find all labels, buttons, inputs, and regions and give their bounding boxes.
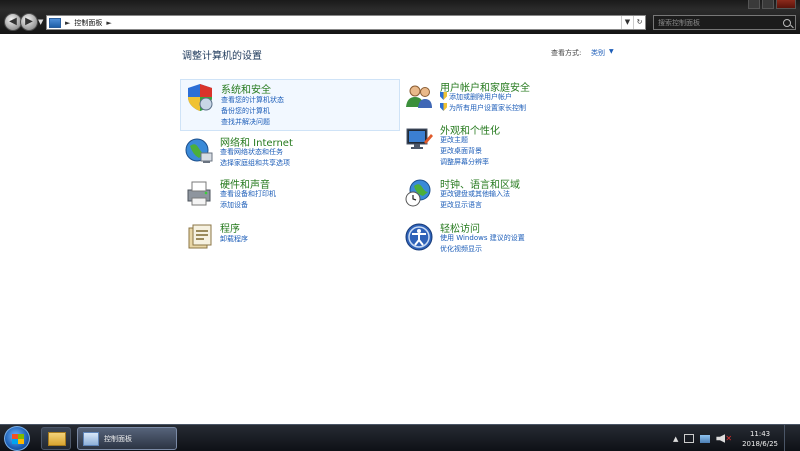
taskbar-control-panel-button[interactable]: 控制面板 xyxy=(77,427,177,450)
taskbar: 控制面板 ▲ ✕ 11:43 2018/6/25 xyxy=(0,424,800,451)
show-desktop-button[interactable] xyxy=(784,425,792,451)
mute-indicator-icon: ✕ xyxy=(725,434,733,443)
title-bar xyxy=(0,0,800,10)
uac-shield-icon xyxy=(440,92,447,100)
show-hidden-icons-button[interactable]: ▲ xyxy=(673,435,678,443)
category-user-accounts[interactable]: 用户帐户和家庭安全 添加或删除用户帐户 为所有用户设置家长控制 xyxy=(400,79,620,115)
view-by-label: 查看方式: xyxy=(551,49,582,57)
monitor-paint-icon xyxy=(406,128,433,149)
view-by-dropdown[interactable]: 类别 xyxy=(591,48,605,58)
link-view-network-status[interactable]: 查看网络状态和任务 xyxy=(220,147,283,157)
recent-pages-dropdown[interactable]: ▼ xyxy=(38,18,43,26)
link-change-input-method[interactable]: 更改键盘或其他输入法 xyxy=(440,189,510,199)
address-dropdown-button[interactable]: ▼ xyxy=(621,16,633,29)
link-change-theme[interactable]: 更改主题 xyxy=(440,135,468,145)
forward-button[interactable]: ▶ xyxy=(20,13,38,31)
clock[interactable]: 11:43 2018/6/25 xyxy=(742,429,778,449)
control-panel-icon xyxy=(49,17,61,28)
category-title-programs[interactable]: 程序 xyxy=(220,220,240,235)
link-uninstall-program[interactable]: 卸载程序 xyxy=(220,234,248,244)
category-hardware-sound[interactable]: 硬件和声音 查看设备和打印机 添加设备 xyxy=(180,176,400,212)
content-pane: 调整计算机的设置 查看方式: 类别 ▼ 系统和安全 查看您的计算机状态 备份您的… xyxy=(0,34,800,424)
programs-icon xyxy=(188,224,212,249)
globe-icon xyxy=(185,138,213,163)
uac-shield-icon xyxy=(440,103,447,111)
link-add-device[interactable]: 添加设备 xyxy=(220,200,248,210)
window-controls xyxy=(748,0,796,10)
link-view-computer-status[interactable]: 查看您的计算机状态 xyxy=(221,95,284,105)
navigation-bar: ◀ ▶ ▼ ► 控制面板 ► ▼ ↻ xyxy=(0,10,800,34)
link-recommended-settings[interactable]: 使用 Windows 建议的设置 xyxy=(440,233,525,243)
taskbar-explorer-button[interactable] xyxy=(41,427,71,450)
control-panel-icon xyxy=(83,432,99,446)
link-add-remove-accounts[interactable]: 添加或删除用户帐户 xyxy=(440,92,512,102)
arrow-right-icon: ▶ xyxy=(25,16,33,27)
link-parental-controls-label[interactable]: 为所有用户设置家长控制 xyxy=(449,104,526,112)
breadcrumb-control-panel[interactable]: 控制面板 xyxy=(74,18,102,28)
category-programs[interactable]: 程序 卸载程序 xyxy=(180,220,400,252)
category-title-system-security[interactable]: 系统和安全 xyxy=(221,81,271,96)
action-center-icon[interactable] xyxy=(684,434,695,443)
breadcrumb-expand-icon[interactable]: ► xyxy=(106,19,111,27)
start-button[interactable] xyxy=(4,426,30,451)
minimize-button[interactable] xyxy=(748,0,760,9)
breadcrumb-separator-icon[interactable]: ► xyxy=(65,19,70,27)
chevron-down-icon[interactable]: ▼ xyxy=(609,48,614,55)
link-backup-computer[interactable]: 备份您的计算机 xyxy=(221,106,270,116)
link-change-display-language[interactable]: 更改显示语言 xyxy=(440,200,482,210)
link-parental-controls[interactable]: 为所有用户设置家长控制 xyxy=(440,103,526,113)
arrow-left-icon: ◀ xyxy=(9,16,17,27)
search-box[interactable] xyxy=(653,15,796,30)
category-ease-of-access[interactable]: 轻松访问 使用 Windows 建议的设置 优化视频显示 xyxy=(400,220,620,256)
folder-icon xyxy=(48,432,66,446)
link-add-remove-accounts-label[interactable]: 添加或删除用户帐户 xyxy=(449,93,512,101)
link-desktop-background[interactable]: 更改桌面背景 xyxy=(440,146,482,156)
system-tray: ▲ ✕ 11:43 2018/6/25 xyxy=(673,425,792,451)
clock-time: 11:43 xyxy=(749,429,771,438)
search-icon[interactable] xyxy=(783,18,791,27)
shield-icon xyxy=(188,84,213,111)
network-icon[interactable] xyxy=(700,434,711,443)
volume-icon[interactable] xyxy=(716,434,726,443)
refresh-button[interactable]: ↻ xyxy=(633,16,645,29)
clock-globe-icon xyxy=(405,179,431,207)
link-devices-printers[interactable]: 查看设备和打印机 xyxy=(220,189,276,199)
clock-date: 2018/6/25 xyxy=(742,439,778,448)
users-icon xyxy=(406,85,432,108)
maximize-button[interactable] xyxy=(762,0,774,9)
search-input[interactable] xyxy=(658,18,768,27)
link-screen-resolution[interactable]: 调整屏幕分辨率 xyxy=(440,157,489,167)
category-system-security[interactable]: 系统和安全 查看您的计算机状态 备份您的计算机 查找并解决问题 xyxy=(180,79,400,131)
taskbar-control-panel-label: 控制面板 xyxy=(104,435,132,443)
category-clock-language-region[interactable]: 时钟、语言和区域 更改键盘或其他输入法 更改显示语言 xyxy=(400,176,620,212)
address-bar[interactable]: ► 控制面板 ► ▼ ↻ xyxy=(46,15,646,30)
close-button[interactable] xyxy=(776,0,796,9)
printer-icon xyxy=(187,181,211,206)
ease-of-access-icon xyxy=(405,223,433,251)
page-title: 调整计算机的设置 xyxy=(182,51,262,62)
category-network-internet[interactable]: 网络和 Internet 查看网络状态和任务 选择家庭组和共享选项 xyxy=(180,134,400,170)
link-optimize-display[interactable]: 优化视频显示 xyxy=(440,244,482,254)
link-homegroup-sharing[interactable]: 选择家庭组和共享选项 xyxy=(220,158,290,168)
category-appearance[interactable]: 外观和个性化 更改主题 更改桌面背景 调整屏幕分辨率 xyxy=(400,122,620,168)
link-troubleshoot[interactable]: 查找并解决问题 xyxy=(221,117,270,127)
